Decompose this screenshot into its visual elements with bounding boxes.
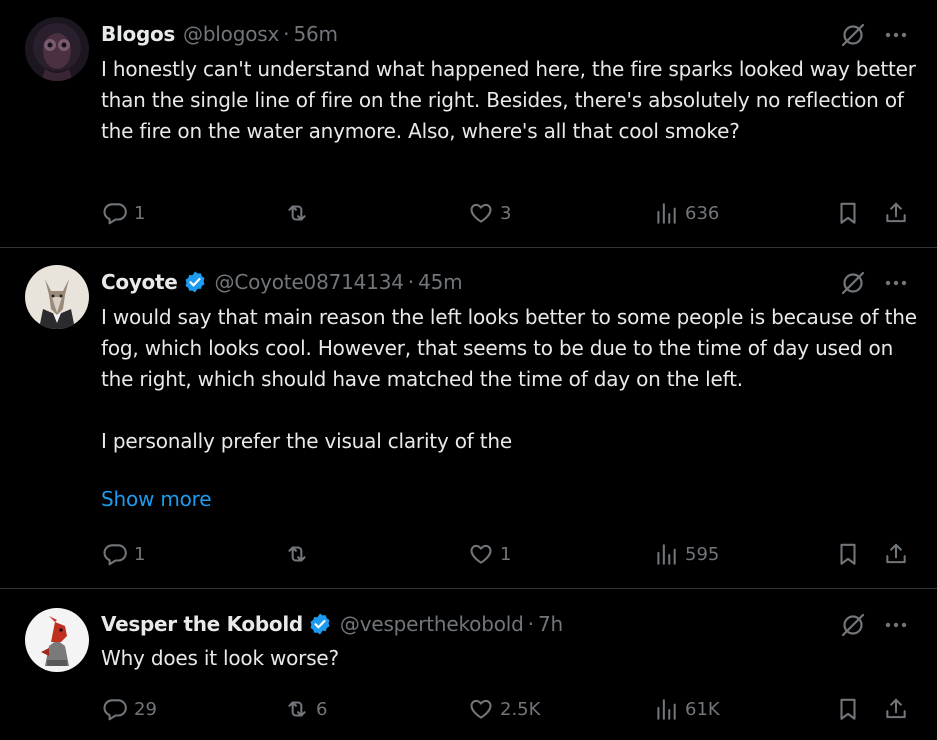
repost-button[interactable]: 6	[284, 692, 327, 726]
tweet-vesper[interactable]: Vesper the Kobold @vesperthekobold · 7h …	[0, 589, 937, 740]
author-name[interactable]: Coyote	[101, 270, 178, 294]
author-handle[interactable]: @vesperthekobold	[340, 612, 524, 636]
share-icon	[886, 202, 906, 223]
action-bar: 1 3 636	[100, 196, 915, 230]
tweet-paragraph: I would say that main reason the left lo…	[101, 305, 917, 391]
grok-icon[interactable]	[839, 611, 867, 639]
repost-button[interactable]	[284, 537, 316, 571]
avatar[interactable]	[25, 17, 89, 81]
views-button[interactable]: 595	[653, 537, 719, 571]
like-count: 1	[500, 543, 512, 565]
tweet-text: I would say that main reason the left lo…	[101, 302, 921, 457]
bookmark-button[interactable]	[835, 196, 861, 230]
avatar[interactable]	[25, 608, 89, 672]
tweet-paragraph: I personally prefer the visual clarity o…	[101, 429, 513, 453]
separator-dot: ·	[407, 270, 415, 294]
views-button[interactable]: 636	[653, 196, 719, 230]
share-icon	[886, 543, 906, 564]
reply-icon	[103, 203, 127, 225]
tweet-blogos[interactable]: Blogos @blogosx · 56m I honestly can't u…	[0, 0, 937, 248]
repost-button[interactable]	[284, 196, 316, 230]
reply-icon	[103, 544, 127, 566]
reply-count: 1	[134, 202, 146, 224]
action-bar: 29 6 2.5K 61K	[100, 692, 915, 726]
separator-dot: ·	[283, 22, 290, 46]
share-button[interactable]	[883, 537, 909, 571]
more-icon[interactable]	[882, 611, 910, 639]
reply-count: 29	[134, 698, 157, 720]
bookmark-icon	[840, 543, 856, 565]
bookmark-button[interactable]	[835, 537, 861, 571]
tweet-text: Why does it look worse?	[101, 643, 921, 674]
like-button[interactable]: 1	[468, 537, 511, 571]
reply-count: 1	[134, 543, 146, 565]
grok-icon[interactable]	[839, 269, 867, 297]
timestamp[interactable]: 7h	[538, 612, 563, 636]
grok-icon[interactable]	[839, 21, 867, 49]
reply-button[interactable]: 1	[102, 537, 145, 571]
author-handle[interactable]: @blogosx	[183, 22, 279, 46]
share-icon	[886, 698, 906, 719]
tweet-coyote[interactable]: Coyote @Coyote08714134 · 45m I would say…	[0, 248, 937, 589]
separator-dot: ·	[527, 612, 534, 636]
avatar[interactable]	[25, 265, 89, 329]
like-icon	[470, 699, 492, 719]
show-more-link[interactable]: Show more	[101, 487, 212, 511]
like-icon	[470, 544, 492, 564]
like-button[interactable]: 3	[468, 196, 511, 230]
tweet-text: I honestly can't understand what happene…	[101, 54, 921, 147]
like-count: 2.5K	[500, 698, 541, 720]
repost-icon	[288, 546, 306, 562]
view-count: 636	[685, 202, 720, 224]
bookmark-icon	[840, 202, 856, 224]
like-count: 3	[500, 202, 512, 224]
reply-icon	[103, 699, 127, 721]
verified-badge-icon	[183, 270, 207, 294]
timestamp[interactable]: 45m	[418, 270, 463, 294]
verified-badge-icon	[308, 612, 332, 636]
bookmark-button[interactable]	[835, 692, 861, 726]
more-icon[interactable]	[882, 21, 910, 49]
share-button[interactable]	[883, 196, 909, 230]
author-handle[interactable]: @Coyote08714134	[215, 270, 404, 294]
author-name[interactable]: Vesper the Kobold	[101, 612, 303, 636]
repost-icon	[288, 205, 306, 221]
repost-icon	[288, 701, 306, 717]
tweet-paragraph: I honestly can't understand what happene…	[101, 57, 916, 143]
reply-button[interactable]: 1	[102, 196, 145, 230]
tweet-header: Coyote @Coyote08714134 · 45m	[101, 267, 917, 297]
author-name[interactable]: Blogos	[101, 22, 175, 46]
tweet-paragraph: Why does it look worse?	[101, 646, 339, 670]
like-icon	[470, 203, 492, 223]
tweet-header: Blogos @blogosx · 56m	[101, 19, 917, 49]
view-count: 61K	[685, 698, 720, 720]
views-icon	[657, 699, 676, 720]
action-bar: 1 1 595	[100, 537, 915, 571]
views-icon	[657, 203, 676, 224]
more-icon[interactable]	[882, 269, 910, 297]
like-button[interactable]: 2.5K	[468, 692, 540, 726]
view-count: 595	[685, 543, 720, 565]
tweet-header: Vesper the Kobold @vesperthekobold · 7h	[101, 609, 917, 639]
bookmark-icon	[840, 698, 856, 720]
views-icon	[657, 544, 676, 565]
reply-button[interactable]: 29	[102, 692, 157, 726]
share-button[interactable]	[883, 692, 909, 726]
timestamp[interactable]: 56m	[293, 22, 338, 46]
repost-count: 6	[316, 698, 328, 720]
views-button[interactable]: 61K	[653, 692, 720, 726]
